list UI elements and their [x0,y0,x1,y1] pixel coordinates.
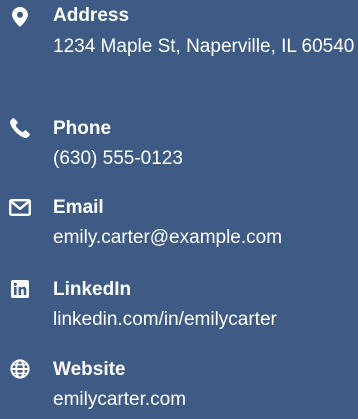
map-marker-icon [9,6,31,28]
contact-value-website: emilycarter.com [53,389,187,410]
contact-value-linkedin: linkedin.com/in/emilycarter [53,309,277,330]
envelope-icon [9,196,31,218]
contact-label-address: Address [53,5,130,26]
linkedin-icon [9,278,31,300]
contact-value-address: 1234 Maple St, Naperville, IL 60540 [53,36,355,57]
contact-label-linkedin: LinkedIn [53,279,132,300]
globe-icon [9,358,31,380]
contact-label-phone: Phone [53,118,112,139]
contact-label-website: Website [53,359,126,380]
contact-label-email: Email [53,197,104,218]
phone-icon [9,117,31,139]
contact-value-phone: (630) 555-0123 [53,148,183,169]
contact-value-email: emily.carter@example.com [53,227,283,248]
contact-list: Address 1234 Maple St, Naperville, IL 60… [0,0,358,419]
